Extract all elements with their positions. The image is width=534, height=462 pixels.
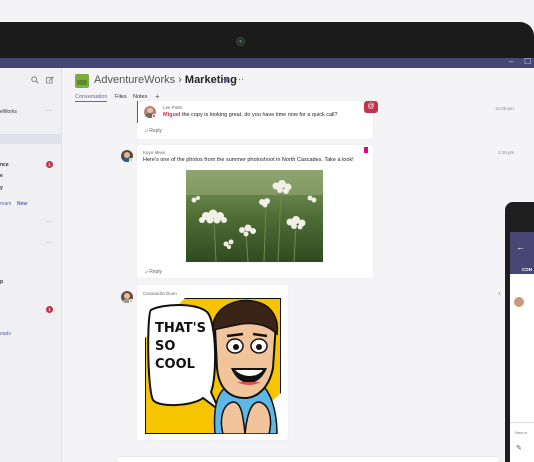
avatar[interactable]: [514, 297, 524, 307]
compose-box[interactable]: [118, 456, 498, 462]
favorite-star-icon[interactable]: ★: [222, 75, 230, 86]
team-name[interactable]: AdventureWorks: [94, 74, 175, 86]
sticker-text-line: SO: [155, 339, 175, 354]
back-arrow-icon[interactable]: ←: [516, 242, 525, 252]
sidebar-item-label[interactable]: p: [0, 279, 3, 285]
presence-indicator: [129, 158, 133, 162]
sidebar-item-label[interactable]: ream: [0, 201, 11, 207]
unread-badge: 1: [46, 306, 53, 313]
reply-button[interactable]: ⤶ Reply: [145, 128, 162, 134]
message-author: Kayo Miwa: [143, 150, 166, 155]
active-tab-indicator: [75, 101, 107, 102]
message-text: Here's one of the photos from the summer…: [143, 157, 354, 163]
message-time: 1:: [498, 291, 502, 296]
message-text: Miguel the copy is looking great, do you…: [163, 112, 338, 118]
message-author: Lee Potts: [163, 105, 183, 110]
sticker-text-line: THAT'S: [155, 321, 206, 336]
bookmark-icon[interactable]: [364, 147, 368, 153]
phone-screen: ← CON New m ✎: [510, 232, 534, 462]
that-is-so-cool-sticker[interactable]: THAT'S SO COOL: [145, 298, 281, 434]
sidebar-item-label[interactable]: e: [0, 173, 3, 179]
reply-label: Reply: [149, 128, 162, 134]
sidebar-item-label[interactable]: nce: [0, 162, 9, 168]
sidebar-item-label[interactable]: eads: [0, 331, 11, 337]
teams-sidebar: eWorks ··· nce 1 e y ream New ··· ··· p …: [0, 68, 62, 462]
sidebar-selected-row[interactable]: [0, 134, 61, 144]
presence-indicator: [152, 114, 156, 118]
reply-label: Reply: [149, 269, 162, 275]
mention[interactable]: Miguel: [163, 112, 180, 118]
unread-badge: 1: [46, 161, 53, 168]
team-more-icon[interactable]: ···: [46, 108, 52, 114]
tab-notes[interactable]: Notes: [133, 94, 147, 100]
add-tab-button[interactable]: +: [155, 92, 160, 101]
minimize-button[interactable]: –: [509, 57, 513, 66]
message-time: 1:15 pm: [498, 150, 515, 155]
team-logo-icon: [75, 74, 89, 88]
mention-bar: [137, 101, 138, 123]
compose-icon[interactable]: [46, 76, 54, 84]
phone-message-input[interactable]: New m: [515, 430, 527, 435]
tab-conversation[interactable]: Conversation: [75, 94, 107, 100]
new-tag: New: [17, 201, 28, 207]
breadcrumb-separator: ›: [178, 74, 182, 86]
message-author: Cassandra Dunn: [143, 291, 177, 296]
mention-icon: @: [364, 101, 378, 113]
device-bezel: [0, 22, 534, 58]
sticker-text-line: COOL: [155, 357, 195, 372]
reply-button[interactable]: ⤶ Reply: [145, 269, 162, 275]
channel-more-icon[interactable]: ···: [46, 219, 52, 225]
channel-title: AdventureWorks › Marketing: [94, 74, 237, 86]
message-time: 12:00 pm: [495, 106, 514, 111]
divider: [510, 422, 534, 423]
tab-files[interactable]: Files: [115, 94, 127, 100]
channel-more-icon[interactable]: ···: [235, 74, 244, 84]
restore-button[interactable]: ☐: [524, 57, 531, 66]
presence-indicator: [129, 299, 133, 303]
camera-icon: [236, 37, 245, 46]
flower-photo[interactable]: [186, 170, 323, 262]
search-icon[interactable]: [31, 76, 39, 84]
format-pen-icon[interactable]: ✎: [516, 444, 522, 452]
phone-tab-conversation[interactable]: CON: [522, 267, 532, 272]
sidebar-item-label[interactable]: y: [0, 185, 3, 191]
sidebar-team-name[interactable]: eWorks: [0, 109, 17, 115]
channel-more-icon[interactable]: ···: [46, 240, 52, 246]
title-bar: – ☐: [0, 57, 534, 68]
message-text-rest: the copy is looking great, do you have t…: [180, 112, 338, 118]
